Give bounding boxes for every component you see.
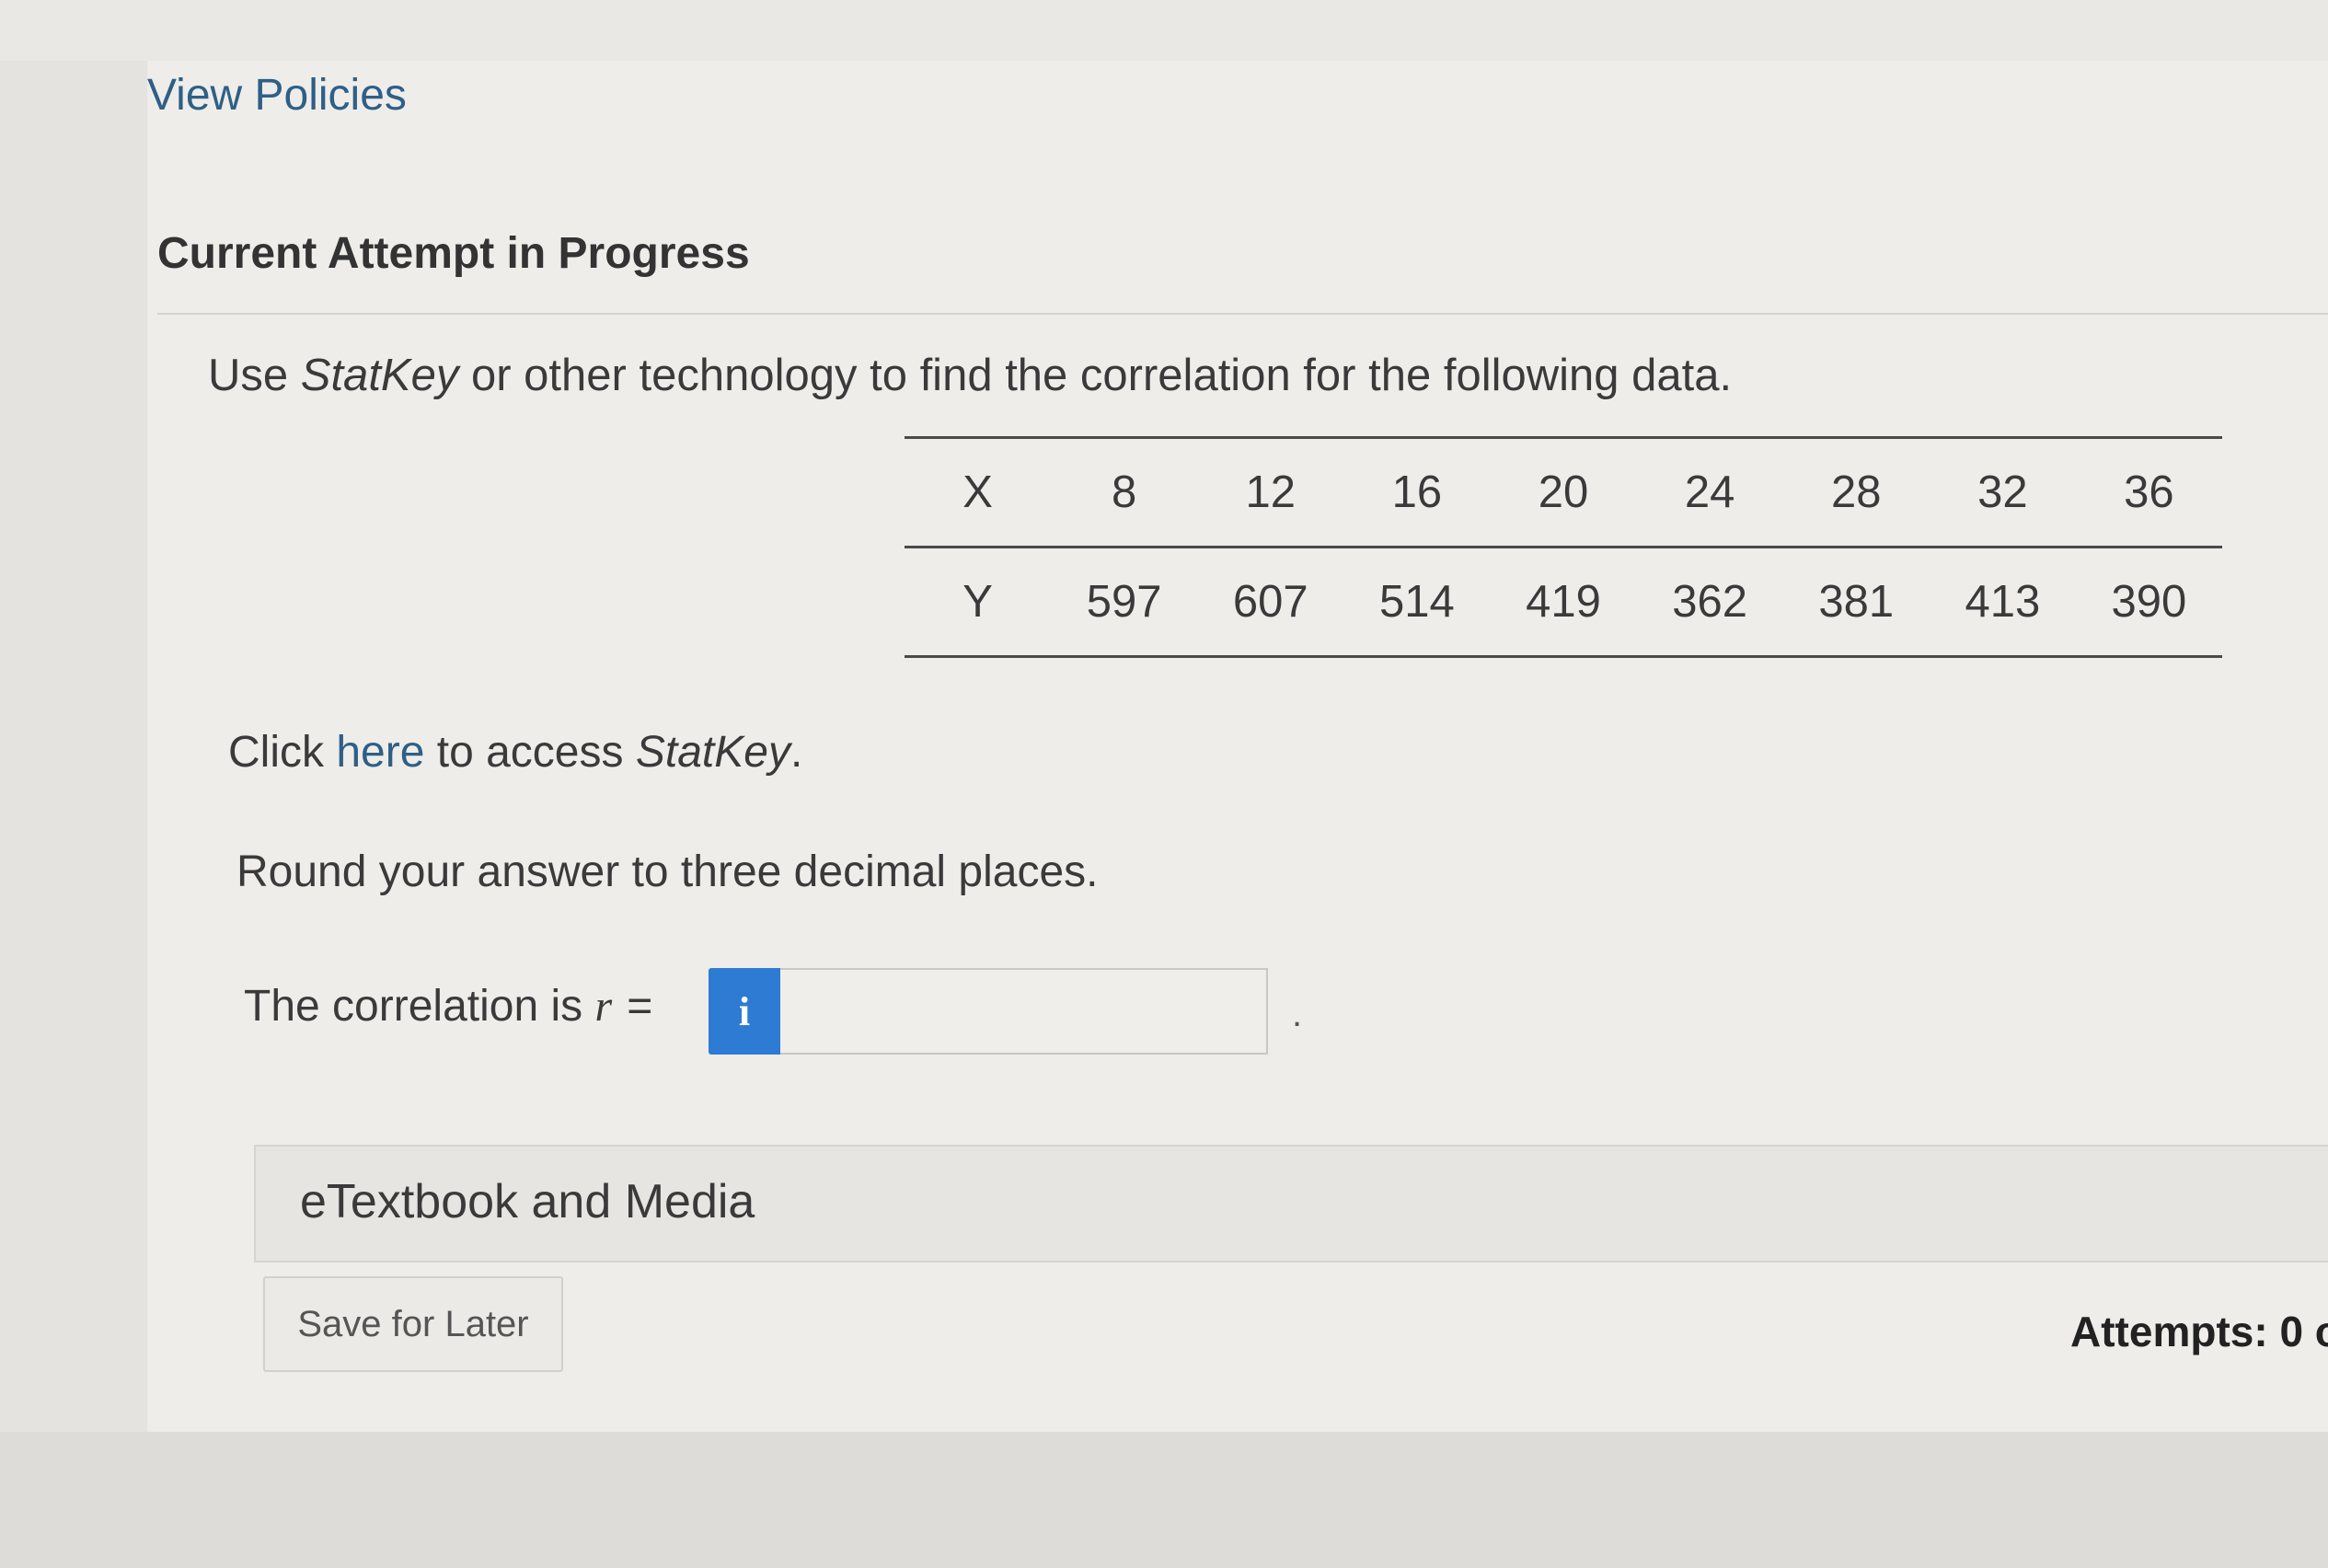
correlation-input[interactable] [780,968,1268,1055]
x-value: 12 [1197,436,1344,548]
answer-period: . [1292,994,1303,1034]
y-value: 514 [1343,547,1491,658]
statkey-access-line: Click here to access StatKey. [228,727,802,778]
x-value: 20 [1490,436,1637,548]
footer-area [0,1432,2328,1568]
statkey-name: StatKey [635,728,790,777]
y-value: 607 [1197,547,1344,658]
statkey-click-text: Click [228,728,337,777]
heading-divider [157,313,2328,315]
x-value: 16 [1343,436,1491,548]
attempt-heading: Current Attempt in Progress [157,229,750,278]
y-value: 597 [1051,547,1198,658]
question-suffix: or other technology to find the correlat… [458,351,1733,400]
question-statkey: StatKey [300,351,459,400]
save-for-later-button[interactable]: Save for Later [263,1276,563,1372]
y-value: 419 [1490,547,1637,658]
statkey-to-access-text: to access [424,728,636,777]
x-value: 36 [2075,436,2222,548]
statkey-here-link[interactable]: here [336,728,424,777]
rounding-instruction: Round your answer to three decimal place… [236,847,1099,896]
answer-label-prefix: The correlation is [244,982,595,1031]
statkey-period: . [789,728,803,777]
top-strip [0,0,2328,61]
answer-label: The correlation is r = [244,981,652,1032]
x-label: X [905,436,1052,548]
y-label: Y [905,547,1052,658]
table-row-x: X 8 12 16 20 24 28 32 36 [905,436,2222,548]
x-value: 32 [1929,436,2076,548]
y-value: 362 [1636,547,1783,658]
table-row-y: Y 597 607 514 419 362 381 413 390 [905,547,2222,658]
etextbook-media-label: eTextbook and Media [300,1175,755,1228]
etextbook-media-panel[interactable]: eTextbook and Media [254,1145,2328,1262]
view-policies-link[interactable]: View Policies [147,70,407,121]
x-value: 28 [1782,436,1930,548]
attempts-counter: Attempts: 0 o [2070,1308,2328,1355]
question-prefix: Use [208,351,301,400]
r-symbol: r [594,982,613,1031]
x-value: 24 [1636,436,1783,548]
info-icon[interactable]: i [709,968,780,1055]
question-prompt: Use StatKey or other technology to find … [208,350,1732,401]
x-value: 8 [1051,436,1198,548]
y-value: 413 [1929,547,2076,658]
y-value: 381 [1782,547,1930,658]
data-table: X 8 12 16 20 24 28 32 36 Y 597 607 514 4… [905,436,2222,658]
equals-sign: = [627,982,653,1031]
y-value: 390 [2075,547,2222,658]
